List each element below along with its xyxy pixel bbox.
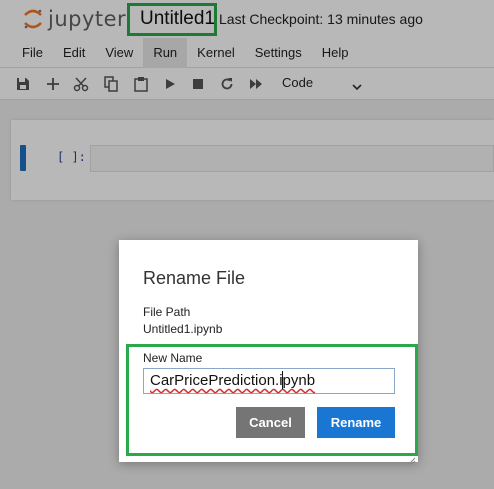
new-name-highlight-box (126, 344, 418, 456)
file-path-label: File Path (143, 305, 191, 319)
dialog-title: Rename File (143, 268, 246, 288)
file-path-value: Untitled1.ipynb (143, 322, 223, 336)
